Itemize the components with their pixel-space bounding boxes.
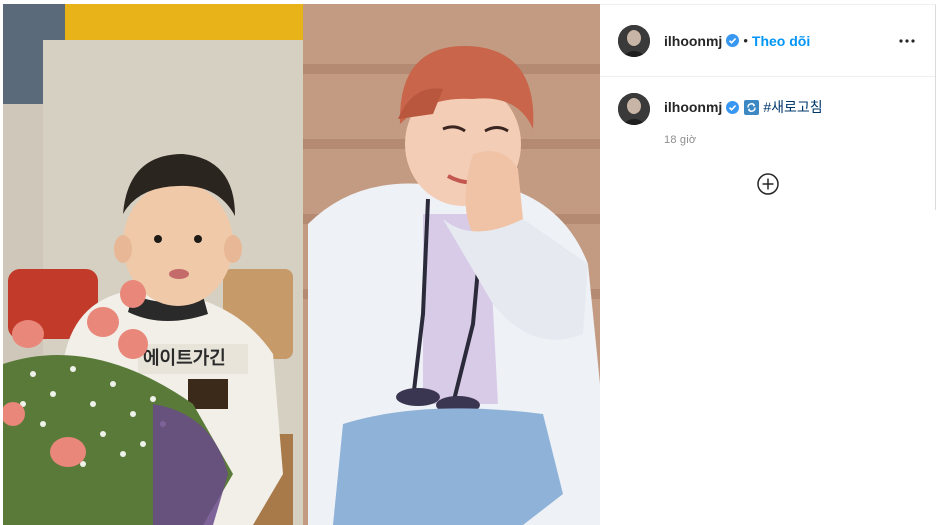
verified-badge-icon [726,100,740,114]
caption-username[interactable]: ilhoonmj [664,99,722,115]
load-more-comments-button[interactable] [756,172,780,196]
post-side-panel: ilhoonmj • Theo dõi ilhoonmj #새로고침 18 gi… [600,4,936,210]
verified-badge-icon [726,34,740,47]
header-username[interactable]: ilhoonmj [664,33,722,49]
caption-line: ilhoonmj #새로고침 [664,97,823,117]
photo-collage: 에이트가긴 [3,4,600,525]
caption-row: ilhoonmj #새로고침 18 giờ [600,77,935,146]
more-options-icon[interactable] [895,29,919,53]
post-time[interactable]: 18 giờ [664,134,823,146]
caption-body: ilhoonmj #새로고침 18 giờ [664,97,823,146]
avatar[interactable] [618,24,650,57]
post-header: ilhoonmj • Theo dõi [600,5,935,77]
post-photo[interactable]: 에이트가긴 [3,4,600,525]
hashtag-link[interactable]: #새로고침 [763,97,822,117]
instagram-post: 에이트가긴 ilhoonmj • Theo dõi ilhoonmj #새로고침… [0,0,941,525]
separator-dot: • [743,33,748,48]
sweater-print: 에이트가긴 [143,348,226,368]
caption-avatar[interactable] [618,93,650,125]
refresh-emoji-icon [744,99,760,115]
plus-circle-icon [757,173,779,195]
follow-button[interactable]: Theo dõi [752,33,810,49]
